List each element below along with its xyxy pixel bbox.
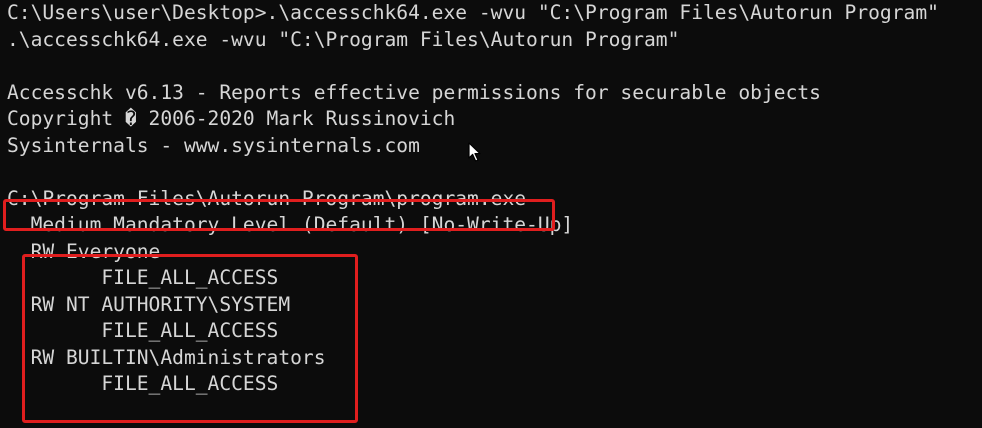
permission-access-line: FILE_ALL_ACCESS [7,319,279,342]
permission-principal-line: RW BUILTIN\Administrators [7,345,326,369]
permission-access-line: FILE_ALL_ACCESS [7,372,279,395]
permission-principal-line: RW NT AUTHORITY\SYSTEM [7,292,291,316]
copyright-line: Copyright � 2006-2020 Mark Russinovich [7,107,456,130]
integrity-level-line: Medium Mandatory Level (Default) [No-Wri… [7,213,574,236]
banner-title-line: Accesschk v6.13 - Reports effective perm… [7,80,821,104]
command-echo-line: .\accesschk64.exe -wvu "C:\Program Files… [7,27,680,51]
terminal-window[interactable]: C:\Users\user\Desktop>.\accesschk64.exe … [0,0,982,428]
command-prompt-line: C:\Users\user\Desktop>.\accesschk64.exe … [7,1,939,24]
permission-access-line: FILE_ALL_ACCESS [7,266,279,289]
file-path-line: C:\Program Files\Autorun Program\program… [7,186,527,210]
mouse-pointer-icon [468,142,481,162]
permission-principal-line: RW Everyone [7,239,161,263]
sysinternals-url-line: Sysinternals - www.sysinternals.com [7,133,420,157]
